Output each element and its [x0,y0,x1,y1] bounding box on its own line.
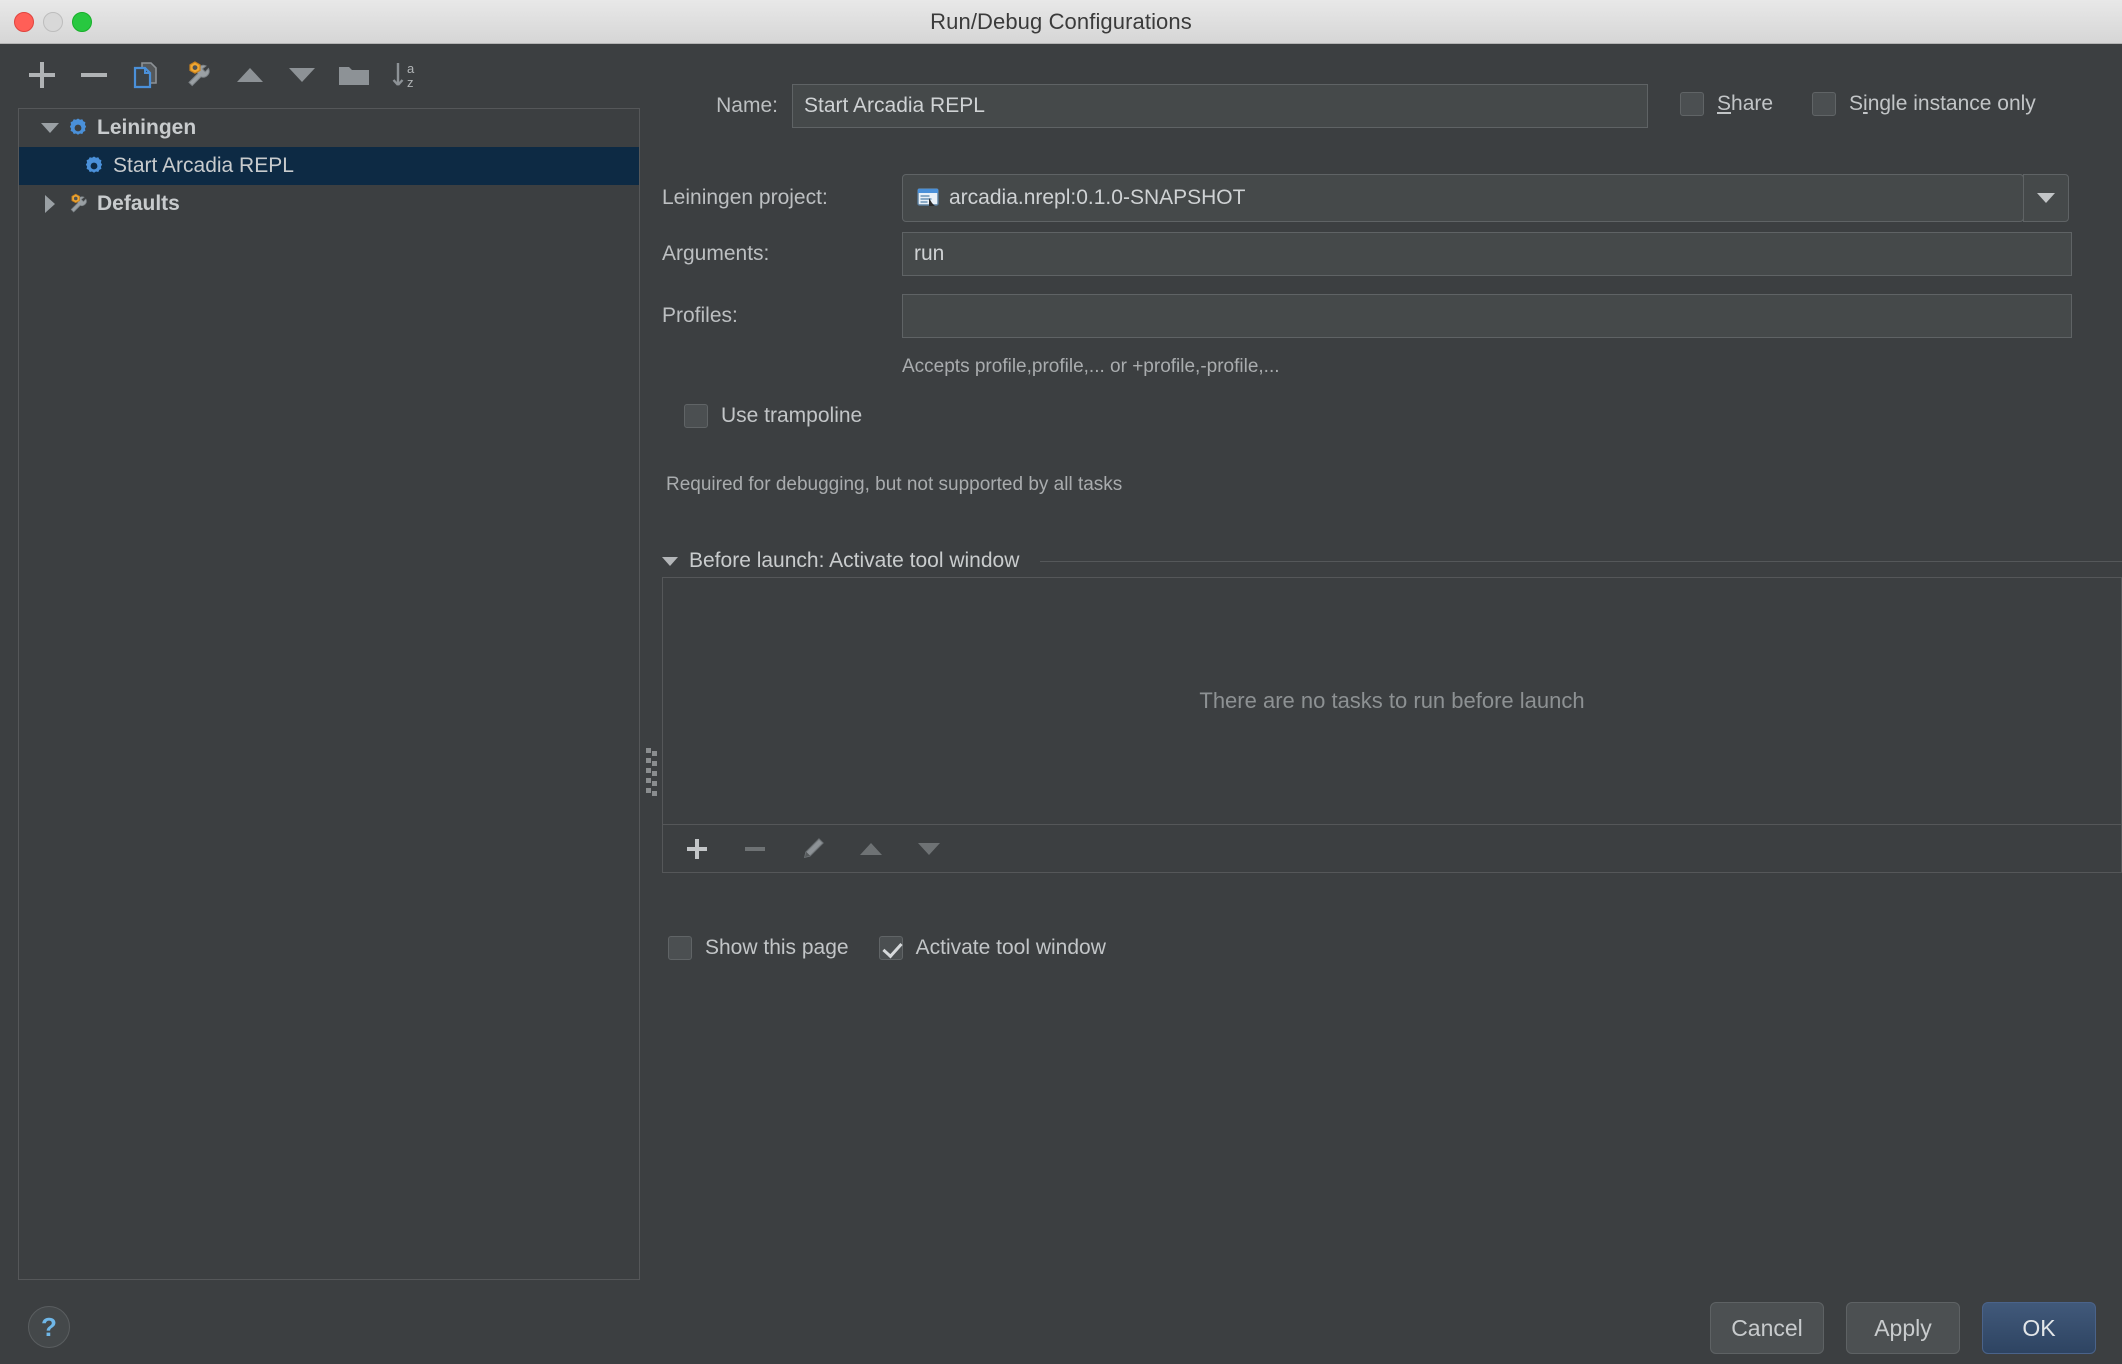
tree-node-start-arcadia-repl[interactable]: Start Arcadia REPL [19,147,639,185]
show-page-label: Show this page [705,936,849,959]
cancel-button[interactable]: Cancel [1710,1302,1824,1354]
pencil-icon [803,837,824,858]
remove-configuration-button[interactable] [70,53,118,97]
before-launch-title: Before launch: Activate tool window [689,549,1020,572]
share-checkbox[interactable] [1680,92,1704,116]
activate-tool-window-checkbox-row[interactable]: Activate tool window [878,936,1106,960]
tree-node-leiningen[interactable]: Leiningen [19,109,639,147]
wrench-icon [63,192,93,216]
before-launch-task-list[interactable]: There are no tasks to run before launch [662,577,2122,825]
add-configuration-button[interactable] [18,53,66,97]
ok-button[interactable]: OK [1982,1302,2096,1354]
arrow-down-icon [289,68,315,82]
move-up-button[interactable] [226,53,274,97]
single-instance-label: Single instance only [1849,92,2036,115]
help-button[interactable]: ? [28,1306,70,1348]
svg-text:z: z [407,75,414,90]
before-launch-options: Show this page Activate tool window [668,936,1106,960]
chevron-down-icon[interactable] [662,556,678,566]
tree-node-label: Leiningen [97,116,197,139]
share-label: Share [1717,92,1774,115]
project-row: Leiningen project: arcadia.nrepl:0.1.0-S… [662,174,2069,222]
arrow-up-icon [860,842,882,855]
folder-icon [339,67,369,85]
project-label: Leiningen project: [662,186,828,209]
minus-icon [81,62,107,88]
profiles-row: Profiles: [662,294,2072,338]
project-dropdown-button[interactable] [2023,174,2069,222]
add-task-button[interactable] [679,831,715,867]
move-task-down-button[interactable] [911,831,947,867]
remove-task-button[interactable] [737,831,773,867]
arrow-up-icon [237,68,263,82]
copy-configuration-button[interactable] [122,53,170,97]
configurations-toolbar: a z [0,44,640,106]
name-label: Name: [716,94,778,117]
arguments-label: Arguments: [662,242,770,265]
arguments-row: Arguments: [662,232,2072,276]
arrow-down-icon [918,842,940,855]
leiningen-project-icon [911,186,945,210]
trampoline-label: Use trampoline [721,404,863,427]
trampoline-checkbox-row[interactable]: Use trampoline [684,404,862,428]
project-value: arcadia.nrepl:0.1.0-SNAPSHOT [949,186,1246,209]
edit-task-button[interactable] [795,831,831,867]
plus-icon [29,62,55,88]
move-down-button[interactable] [278,53,326,97]
close-button[interactable] [14,12,34,32]
single-instance-checkbox[interactable] [1812,92,1836,116]
trampoline-checkbox[interactable] [684,404,708,428]
window-title: Run/Debug Configurations [930,8,1192,34]
chevron-down-icon [2037,193,2055,203]
chevron-right-icon [45,195,55,213]
window-titlebar: Run/Debug Configurations [0,0,2122,44]
profiles-input[interactable] [902,294,2072,338]
single-instance-checkbox-row[interactable]: Single instance only [1812,92,2036,116]
arguments-input[interactable] [902,232,2072,276]
expand-toggle-defaults[interactable] [37,195,63,213]
traffic-lights [14,0,92,44]
activate-tool-window-label: Activate tool window [915,936,1106,959]
before-launch-empty-text: There are no tasks to run before launch [1199,688,1585,713]
gear-blue-icon [79,155,109,177]
name-row: Name: [662,84,1648,128]
before-launch-header[interactable]: Before launch: Activate tool window [662,544,2122,578]
project-combobox[interactable]: arcadia.nrepl:0.1.0-SNAPSHOT [902,174,2024,222]
configurations-tree[interactable]: Leiningen Start Arcadia REPL Defaults [18,108,640,1280]
name-input[interactable] [792,84,1648,128]
svg-text:a: a [407,61,415,76]
trampoline-hint: Required for debugging, but not supporte… [666,474,1123,495]
zoom-button[interactable] [72,12,92,32]
profiles-hint: Accepts profile,profile,... or +profile,… [902,356,1280,377]
panel-splitter[interactable] [640,108,662,1280]
create-folder-button[interactable] [330,53,378,97]
activate-tool-window-checkbox[interactable] [878,936,903,960]
chevron-down-icon [41,123,59,133]
dialog-buttons: Cancel Apply OK [1710,1302,2096,1354]
section-divider [1040,560,2122,562]
share-checkbox-row[interactable]: Share [1680,92,1773,116]
show-page-checkbox-row[interactable]: Show this page [668,936,849,960]
tree-node-label: Defaults [97,192,180,215]
edit-defaults-button[interactable] [174,53,222,97]
minus-icon [745,846,765,851]
apply-button[interactable]: Apply [1846,1302,1960,1354]
move-task-up-button[interactable] [853,831,889,867]
show-page-checkbox[interactable] [668,936,692,960]
expand-toggle-leiningen[interactable] [37,123,63,133]
plus-icon [687,838,707,859]
configuration-editor: Name: Share Single instance only Leining… [662,44,2122,1280]
minimize-button[interactable] [43,12,63,32]
tree-node-defaults[interactable]: Defaults [19,185,639,223]
gear-blue-icon [63,117,93,139]
copy-icon [133,62,157,89]
splitter-grip [646,748,657,808]
tree-node-label: Start Arcadia REPL [113,154,294,177]
before-launch-toolbar [662,825,2122,873]
sort-az-icon: a z [392,61,415,90]
sort-configurations-button[interactable]: a z [382,53,430,97]
question-mark-icon: ? [41,1312,57,1342]
profiles-label: Profiles: [662,304,738,327]
wrench-icon [188,61,210,87]
